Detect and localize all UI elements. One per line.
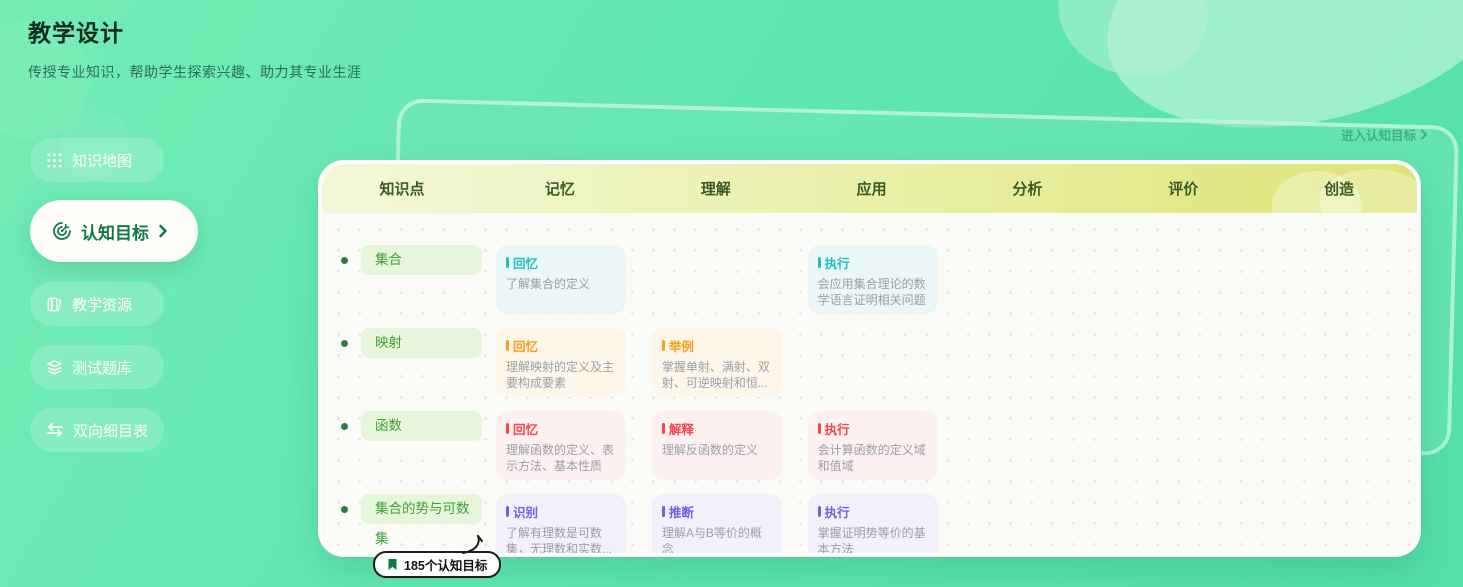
bullet-icon (341, 257, 348, 264)
tag-bar-icon (506, 506, 509, 517)
objective-tag: 执行 (825, 502, 850, 521)
cognitive-goals-count-badge[interactable]: 185个认知目标 (373, 551, 501, 578)
objective-desc: 理解映射的定义及主要构成要素 (506, 359, 616, 391)
tag-bar-icon (818, 423, 821, 434)
sidebar-item-knowledge-map[interactable]: 知识地图 (30, 138, 164, 182)
book-icon (46, 296, 63, 313)
sidebar-item-test-bank[interactable]: 测试题库 (30, 345, 164, 389)
objective-card[interactable]: 回忆 理解映射的定义及主要构成要素 (496, 328, 626, 397)
objective-tag: 回忆 (513, 336, 538, 355)
table-body: 集合 回忆 了解集合的定义 执行 会应用集合理论的数学语言证明相关问题 (322, 213, 1417, 557)
tag-bar-icon (662, 340, 665, 351)
bullet-icon (341, 423, 348, 430)
objective-desc: 了解有理数是可数集，无理数和实数... (506, 525, 616, 557)
objective-tag: 推断 (669, 502, 694, 521)
sidebar-item-cognitive-goals[interactable]: 认知目标 (30, 200, 198, 262)
objective-tag: 解释 (669, 419, 694, 438)
tag-bar-icon (818, 506, 821, 517)
chevron-right-icon (158, 224, 168, 238)
tag-bar-icon (662, 506, 665, 517)
objective-tag: 举例 (669, 336, 694, 355)
count-badge-label: 185个认知目标 (404, 555, 487, 574)
swap-arrows-icon (46, 423, 64, 437)
knowledge-map-icon (46, 152, 63, 169)
badge-tail-decoration (462, 535, 488, 555)
column-header-knowledge-point: 知识点 (322, 178, 482, 199)
table-header-row: 知识点 记忆 理解 应用 分析 评价 创造 (322, 164, 1417, 213)
layers-icon (46, 359, 63, 376)
objective-tag: 执行 (825, 419, 850, 438)
tag-bar-icon (506, 423, 509, 434)
objective-tag: 识别 (513, 502, 538, 521)
knowledge-point-cell: 集合 (322, 245, 482, 275)
bookmark-icon (387, 558, 398, 571)
column-header-create: 创造 (1261, 178, 1417, 199)
page-title: 教学设计 (28, 14, 124, 48)
sidebar-item-two-way-table[interactable]: 双向细目表 (30, 408, 164, 452)
objective-desc: 理解函数的定义、表示方法、基本性质 (506, 442, 616, 474)
knowledge-point-cell: 映射 (322, 328, 482, 358)
target-icon (52, 221, 72, 241)
table-row: 集合 回忆 了解集合的定义 执行 会应用集合理论的数学语言证明相关问题 (322, 227, 1417, 310)
knowledge-point-pill[interactable]: 映射 (361, 328, 482, 358)
objective-card[interactable]: 解释 理解反函数的定义 (652, 411, 782, 480)
tag-bar-icon (818, 257, 821, 268)
objective-tag: 回忆 (513, 419, 538, 438)
bullet-icon (341, 340, 348, 347)
column-header-understand: 理解 (638, 178, 794, 199)
objective-card[interactable]: 执行 掌握证明势等价的基本方法 (808, 494, 938, 557)
objective-desc: 了解集合的定义 (506, 276, 616, 292)
objective-desc: 理解A与B等价的概念 (662, 525, 772, 557)
objective-card[interactable]: 推断 理解A与B等价的概念 (652, 494, 782, 557)
knowledge-point-pill[interactable]: 函数 (361, 411, 482, 441)
sidebar-item-teaching-resources[interactable]: 教学资源 (30, 282, 164, 326)
objective-desc: 掌握单射、满射、双射、可逆映射和恒... (662, 359, 772, 391)
cognitive-goals-table: 知识点 记忆 理解 应用 分析 评价 创造 集合 回忆 了解集合的定义 (318, 160, 1421, 557)
objective-card[interactable]: 回忆 了解集合的定义 (496, 245, 626, 314)
tag-bar-icon (662, 423, 665, 434)
objective-tag: 回忆 (513, 253, 538, 272)
objective-card[interactable]: 识别 了解有理数是可数集，无理数和实数... (496, 494, 626, 557)
knowledge-point-pill[interactable]: 集合 (361, 245, 482, 275)
objective-card[interactable]: 举例 掌握单射、满射、双射、可逆映射和恒... (652, 328, 782, 397)
objective-tag: 执行 (825, 253, 850, 272)
objective-card[interactable]: 执行 会计算函数的定义域和值域 (808, 411, 938, 480)
sidebar-item-label: 双向细目表 (73, 420, 148, 441)
sidebar-item-label: 测试题库 (72, 357, 132, 378)
knowledge-point-cell: 函数 (322, 411, 482, 441)
knowledge-point-cell: 集合的势与可数集 (322, 494, 482, 524)
bullet-icon (341, 506, 348, 513)
sidebar-item-label: 认知目标 (81, 219, 149, 244)
tag-bar-icon (506, 340, 509, 351)
table-row: 函数 回忆 理解函数的定义、表示方法、基本性质 解释 理解反函数的定义 (322, 393, 1417, 476)
objective-desc: 会应用集合理论的数学语言证明相关问题 (818, 276, 928, 308)
column-header-apply: 应用 (794, 178, 950, 199)
table-row: 映射 回忆 理解映射的定义及主要构成要素 举例 掌握单射、满射、双射、可逆映射和… (322, 310, 1417, 393)
objective-desc: 掌握证明势等价的基本方法 (818, 525, 928, 557)
column-header-remember: 记忆 (482, 178, 638, 199)
objective-card[interactable]: 回忆 理解函数的定义、表示方法、基本性质 (496, 411, 626, 480)
column-header-evaluate: 评价 (1105, 178, 1261, 199)
page-subtitle: 传授专业知识，帮助学生探索兴趣、助力其专业生涯 (28, 62, 362, 82)
column-header-analyze: 分析 (949, 178, 1105, 199)
tag-bar-icon (506, 257, 509, 268)
knowledge-point-pill[interactable]: 集合的势与可数集 (361, 494, 482, 524)
objective-desc: 会计算函数的定义域和值域 (818, 442, 928, 474)
sidebar-item-label: 知识地图 (72, 150, 132, 171)
objective-card[interactable]: 执行 会应用集合理论的数学语言证明相关问题 (808, 245, 938, 314)
objective-desc: 理解反函数的定义 (662, 442, 772, 458)
sidebar-item-label: 教学资源 (72, 294, 132, 315)
